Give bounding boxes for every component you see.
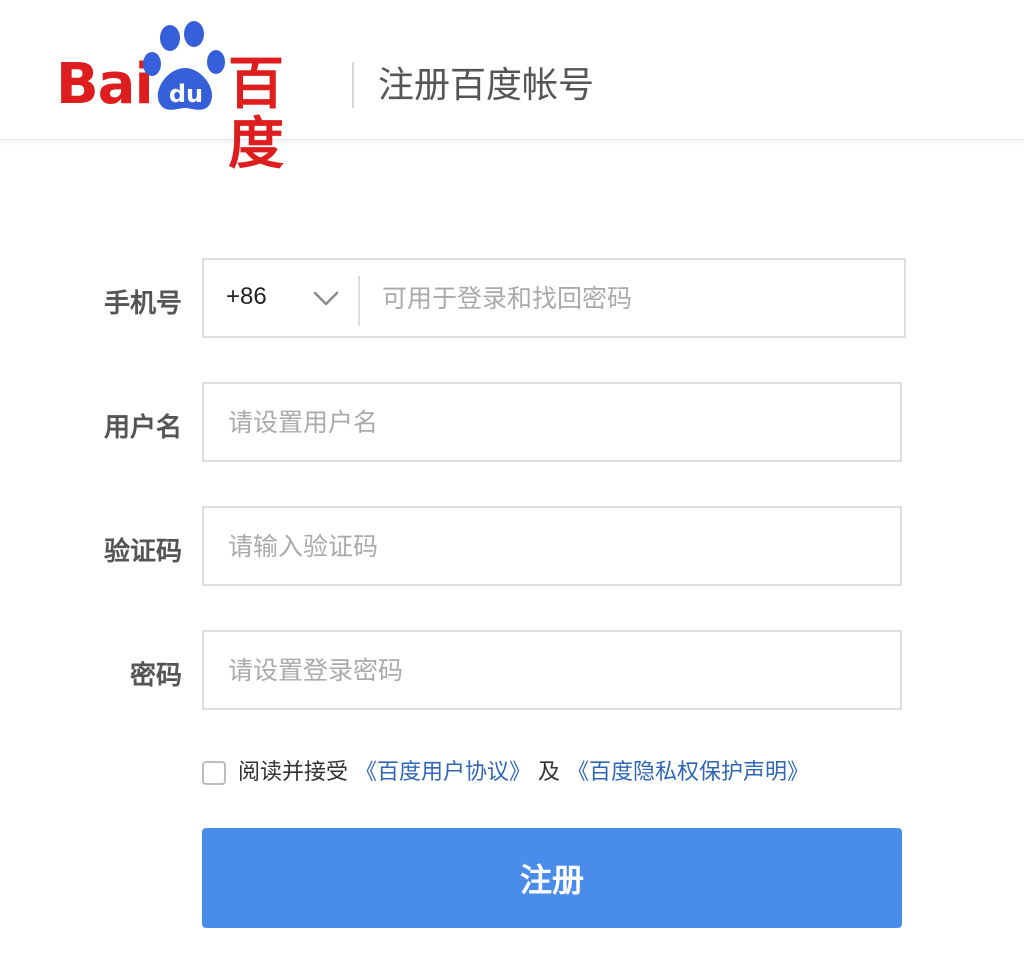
password-input[interactable] [226, 632, 896, 708]
phone-field: +86 [202, 258, 906, 338]
page-header: Bai du 百度 注册百度帐号 [0, 0, 1024, 175]
captcha-field [202, 506, 902, 586]
country-code-select[interactable]: +86 [204, 260, 358, 336]
user-agreement-link[interactable]: 《百度用户协议》 [355, 760, 531, 785]
privacy-statement-link[interactable]: 《百度隐私权保护声明》 [567, 760, 809, 785]
page-title: 注册百度帐号 [378, 65, 595, 106]
captcha-input[interactable] [226, 508, 896, 584]
captcha-label: 验证码 [103, 537, 182, 567]
country-code-value: +86 [226, 283, 267, 310]
baidu-logo[interactable]: Bai du 百度 [56, 20, 336, 175]
username-input[interactable] [226, 384, 896, 460]
chevron-down-icon [313, 291, 339, 306]
agreement-text: 阅读并接受 《百度用户协议》 及 《百度隐私权保护声明》 [238, 756, 809, 790]
username-field [202, 382, 902, 462]
agreement-checkbox[interactable] [202, 761, 226, 785]
username-label: 用户名 [103, 413, 182, 443]
logo-latin-text: Bai [56, 52, 154, 117]
agreement-conjunction: 及 [538, 760, 561, 785]
agreement-prefix: 阅读并接受 [238, 760, 349, 785]
agreement-row: 阅读并接受 《百度用户协议》 及 《百度隐私权保护声明》 [202, 756, 922, 790]
password-field [202, 630, 902, 710]
password-label: 密码 [129, 661, 182, 691]
phone-input[interactable] [380, 260, 900, 336]
logo-du-text: du [168, 80, 204, 108]
phone-label: 手机号 [103, 289, 182, 319]
country-divider [358, 276, 360, 326]
logo-chinese-text: 百度 [228, 52, 284, 177]
header-divider [352, 62, 354, 108]
register-button[interactable]: 注册 [202, 828, 902, 928]
